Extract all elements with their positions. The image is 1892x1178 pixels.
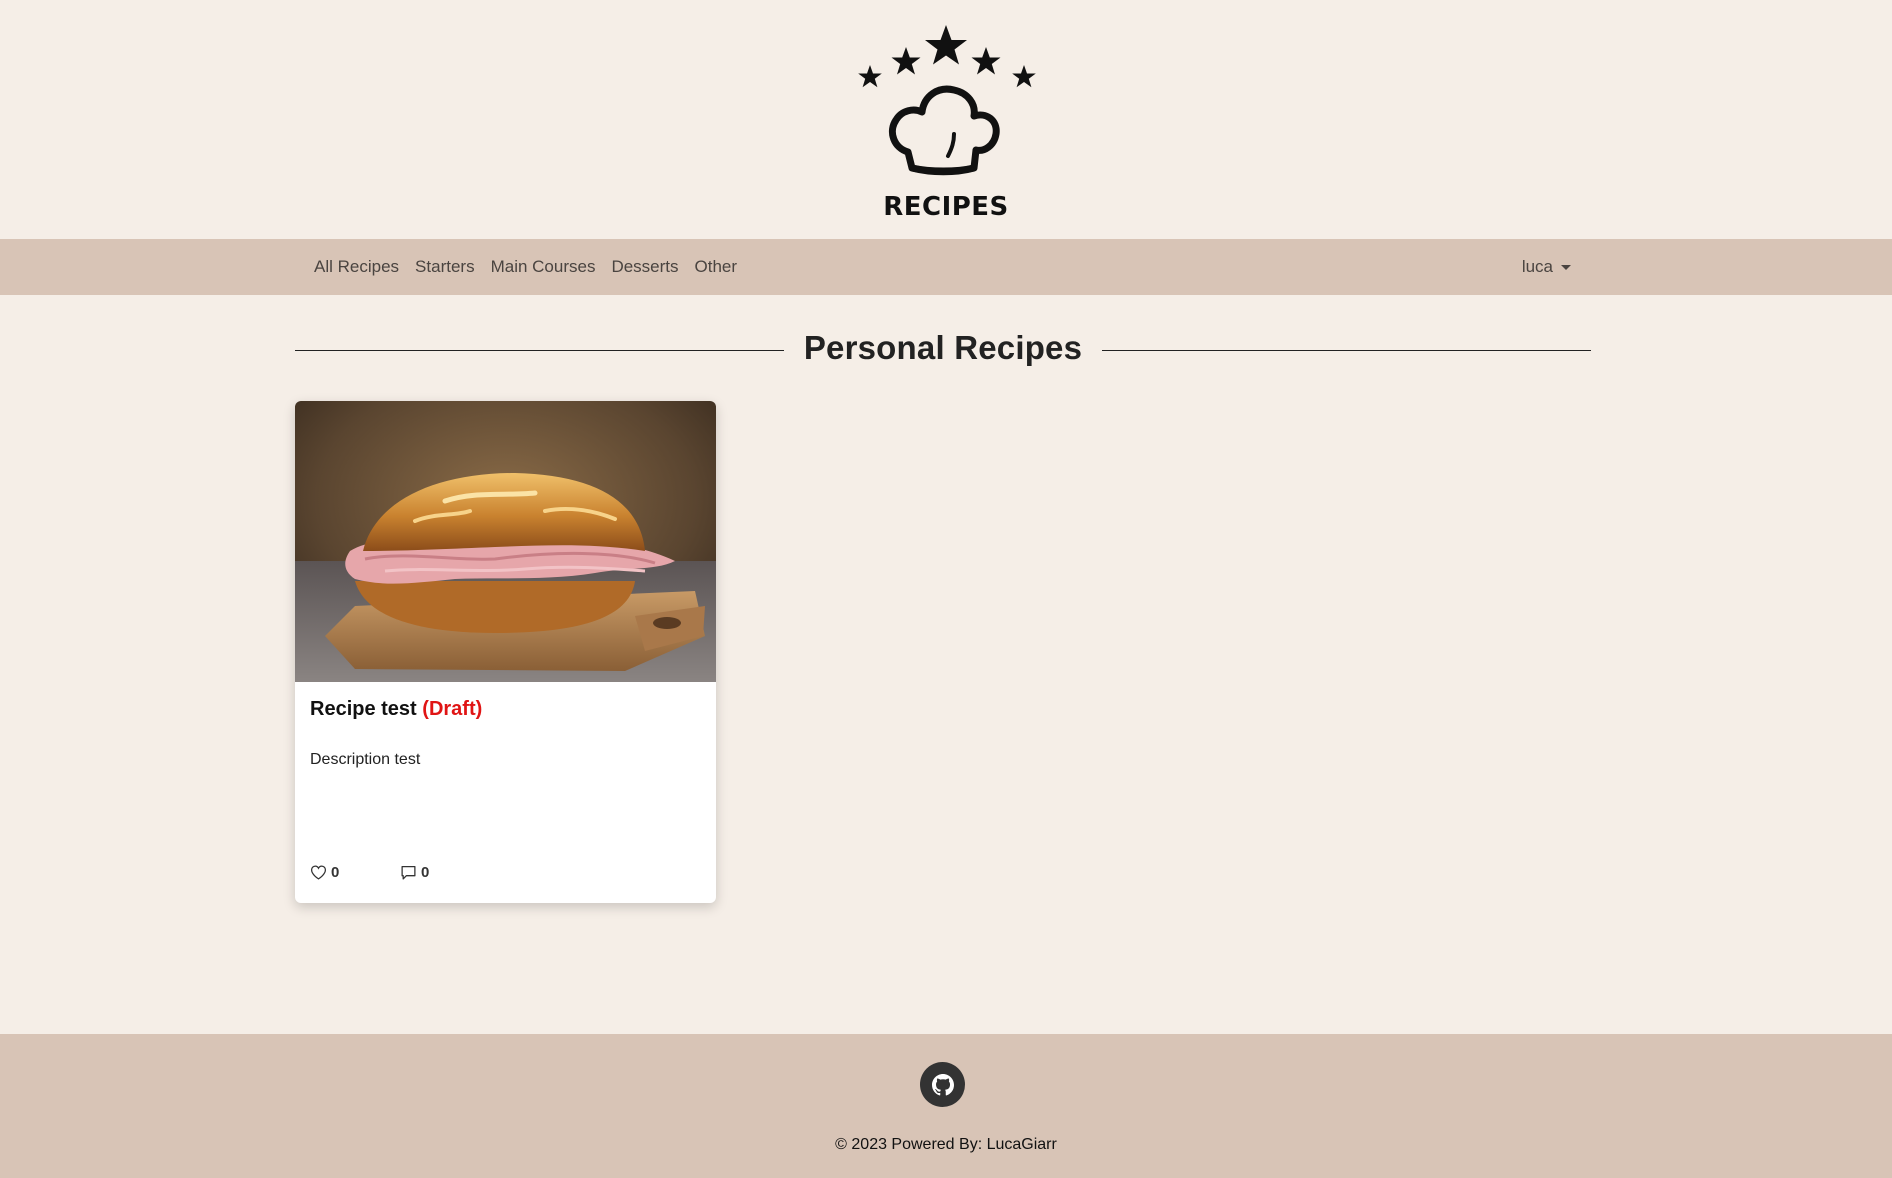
draft-badge: (Draft): [422, 698, 483, 720]
logo-text: RECIPES: [883, 191, 1009, 222]
caret-down-icon: [1561, 264, 1571, 270]
github-link[interactable]: [920, 1062, 965, 1107]
nav-all-recipes[interactable]: All Recipes: [314, 239, 407, 295]
user-menu-dropdown[interactable]: luca: [1522, 257, 1571, 277]
nav-starters[interactable]: Starters: [407, 239, 483, 295]
recipe-description: Description test: [310, 751, 421, 768]
copyright-text: © 2023 Powered By: LucaGiarr: [835, 1136, 1057, 1153]
comments-count: 0: [421, 864, 430, 881]
page-title: Personal Recipes: [803, 329, 1083, 366]
nav-links: All Recipes Starters Main Courses Desser…: [314, 239, 745, 295]
nav-main-courses[interactable]: Main Courses: [483, 239, 604, 295]
recipe-stats: 0 0: [310, 864, 429, 881]
nav-desserts[interactable]: Desserts: [603, 239, 686, 295]
page: RECIPES All Recipes Starters Main Course…: [0, 0, 1892, 1178]
navbar: All Recipes Starters Main Courses Desser…: [0, 239, 1892, 295]
comment-icon: [401, 866, 416, 880]
chef-hat-logo-icon: [858, 24, 1036, 175]
likes-stat[interactable]: 0: [310, 864, 400, 881]
nav-other[interactable]: Other: [687, 239, 746, 295]
site-logo[interactable]: RECIPES: [836, 20, 1056, 222]
section-header: Personal Recipes: [295, 320, 1591, 376]
comments-stat[interactable]: 0: [400, 864, 429, 881]
user-name: luca: [1521, 257, 1553, 276]
recipe-card[interactable]: Recipe test (Draft) Description test 0 0: [295, 401, 716, 903]
title-divider-left: [295, 349, 784, 351]
recipe-image[interactable]: [295, 401, 716, 682]
site-header: RECIPES: [0, 0, 1892, 239]
github-icon: [931, 1073, 954, 1095]
recipe-title[interactable]: Recipe test: [310, 698, 417, 720]
likes-count: 0: [331, 864, 340, 881]
title-divider-right: [1102, 349, 1591, 351]
heart-icon: [310, 865, 327, 880]
recipe-title-row[interactable]: Recipe test (Draft): [310, 698, 700, 721]
site-footer: © 2023 Powered By: LucaGiarr: [0, 1034, 1892, 1178]
